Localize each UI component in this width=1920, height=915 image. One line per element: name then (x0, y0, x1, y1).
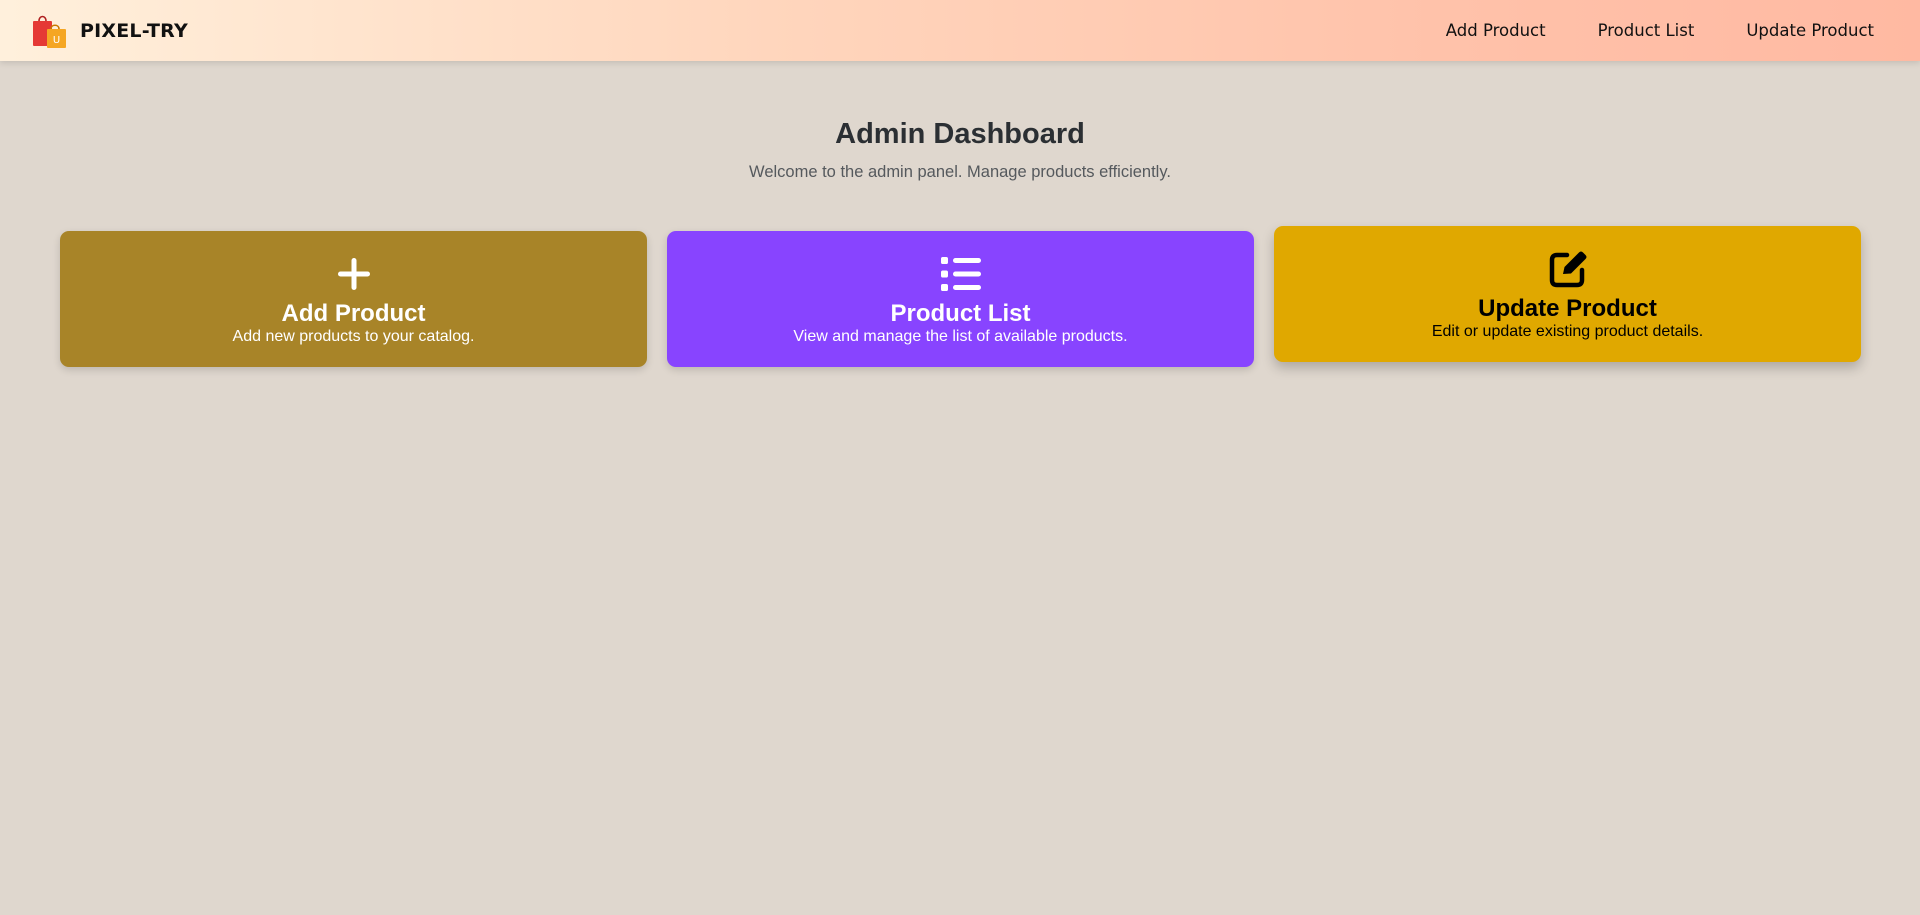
dashboard-header: Admin Dashboard Welcome to the admin pan… (0, 118, 1920, 182)
product-list-card[interactable]: Product List View and manage the list of… (667, 231, 1254, 367)
shopping-bags-icon: U (30, 12, 70, 50)
card-description: Edit or update existing product details. (1431, 323, 1704, 340)
plus-icon (333, 253, 375, 295)
brand[interactable]: U PIXEL-TRY (30, 12, 188, 50)
nav-update-product[interactable]: Update Product (1746, 21, 1874, 40)
card-description: View and manage the list of available pr… (793, 328, 1128, 345)
update-product-card[interactable]: Update Product Edit or update existing p… (1274, 226, 1861, 362)
top-navbar: U PIXEL-TRY Add Product Product List Upd… (0, 0, 1920, 61)
card-description: Add new products to your catalog. (232, 328, 475, 345)
nav-links: Add Product Product List Update Product (1446, 21, 1874, 40)
nav-product-list[interactable]: Product List (1598, 21, 1695, 40)
list-icon (940, 253, 982, 295)
card-title: Add Product (281, 300, 426, 327)
card-title: Update Product (1478, 295, 1657, 322)
page-subtitle: Welcome to the admin panel. Manage produ… (749, 163, 1171, 181)
card-title: Product List (890, 300, 1031, 327)
page-title: Admin Dashboard (835, 118, 1085, 150)
add-product-card[interactable]: Add Product Add new products to your cat… (60, 231, 647, 367)
brand-name: PIXEL-TRY (80, 19, 188, 42)
svg-text:U: U (53, 35, 60, 46)
nav-add-product[interactable]: Add Product (1446, 21, 1546, 40)
edit-icon (1547, 248, 1589, 290)
